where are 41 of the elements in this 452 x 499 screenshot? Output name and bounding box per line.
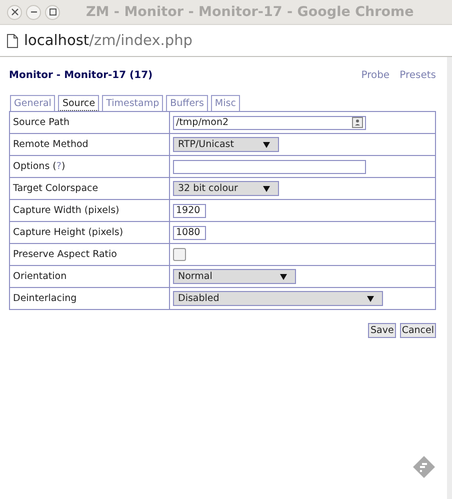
minimize-button[interactable]	[26, 4, 41, 20]
field-label: Source Path	[10, 112, 170, 134]
tab[interactable]: Timestamp	[102, 95, 164, 111]
field-label: Options (?)	[10, 156, 170, 178]
close-button[interactable]	[7, 4, 22, 20]
field-label: Preserve Aspect Ratio	[10, 244, 170, 266]
input-field[interactable]: 1920	[173, 204, 206, 218]
form-button[interactable]: Cancel	[400, 323, 436, 338]
dropdown[interactable]: 32 bit colour	[173, 181, 279, 196]
header-link[interactable]: Probe	[361, 70, 390, 81]
field-label: Target Colorspace	[10, 178, 170, 200]
input-field[interactable]	[173, 160, 366, 174]
tab[interactable]: Misc	[210, 95, 240, 111]
caret-icon	[280, 274, 287, 280]
dropdown[interactable]: Normal	[173, 269, 296, 284]
input-field[interactable]: /tmp/mon2	[173, 116, 366, 130]
dropdown[interactable]: RTP/Unicast	[173, 137, 279, 152]
input-field[interactable]: 1080	[173, 226, 206, 240]
field-label: Capture Height (pixels)	[10, 222, 170, 244]
checkbox[interactable]	[173, 248, 186, 261]
contact-card-icon[interactable]	[352, 117, 363, 128]
caret-icon	[263, 142, 270, 148]
field-label: Deinterlacing	[10, 288, 170, 310]
page-icon	[7, 34, 18, 48]
caret-icon	[367, 296, 374, 302]
maximize-button[interactable]	[45, 4, 60, 20]
window-title: ZM - Monitor - Monitor-17 - Google Chrome	[86, 4, 414, 20]
tab[interactable]: General	[10, 95, 56, 111]
close-icon	[10, 8, 18, 16]
field-label: Orientation	[10, 266, 170, 288]
tab[interactable]: Source	[58, 95, 100, 111]
tab[interactable]: Buffers	[166, 95, 208, 111]
field-label: Remote Method	[10, 134, 170, 156]
address-field[interactable]: localhost/zm/index.php	[24, 32, 192, 48]
field-label: Capture Width (pixels)	[10, 200, 170, 222]
page-title: Monitor - Monitor-17 (17)	[9, 70, 153, 81]
maximize-icon	[48, 8, 56, 16]
form-button[interactable]: Save	[368, 323, 396, 338]
dropdown[interactable]: Disabled	[173, 291, 383, 306]
header-link[interactable]: Presets	[400, 70, 436, 81]
caret-icon	[263, 186, 270, 192]
